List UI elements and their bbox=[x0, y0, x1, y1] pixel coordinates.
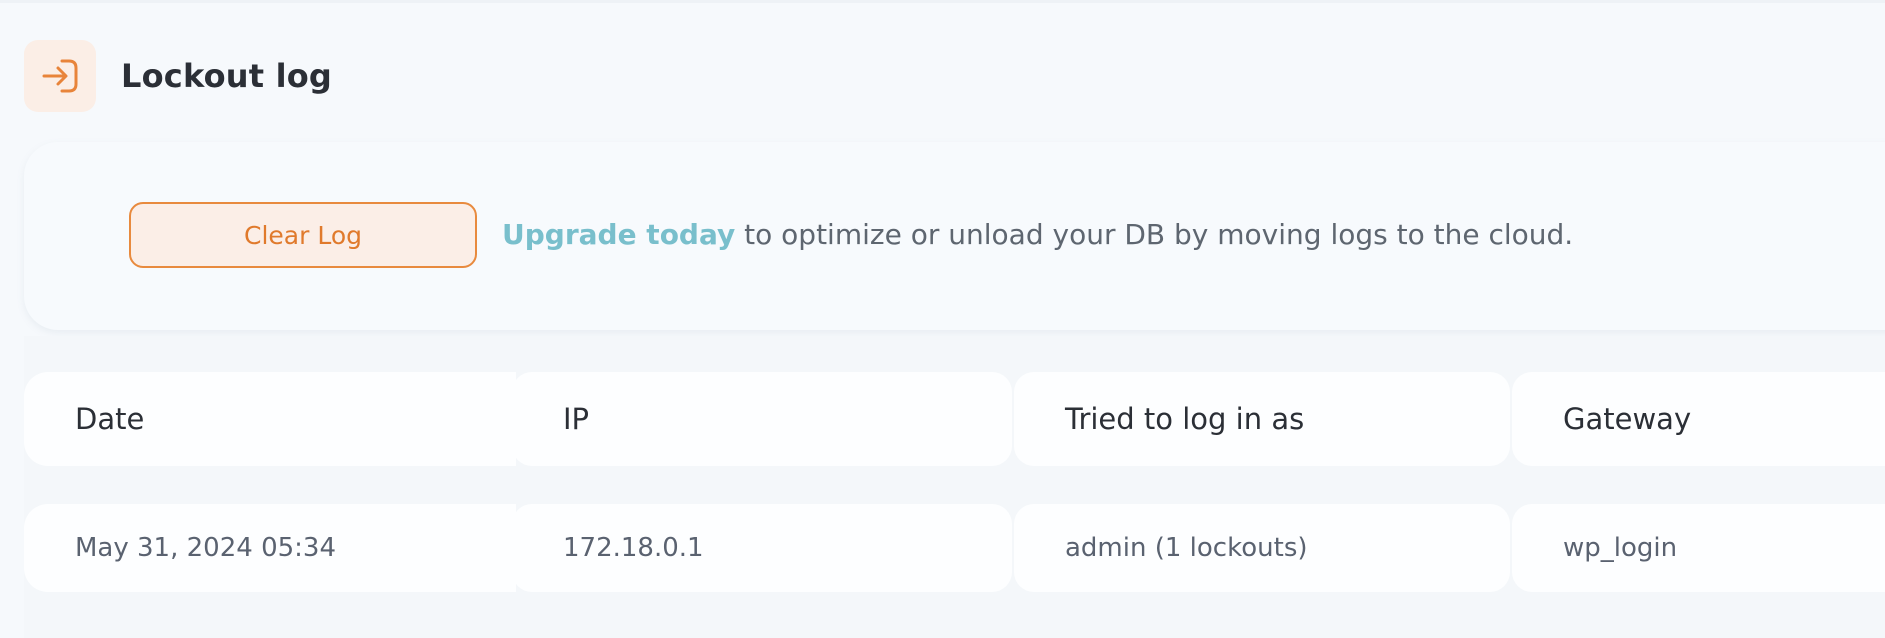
column-header-username[interactable]: Tried to log in as bbox=[1014, 372, 1510, 466]
table-header-row: Date IP Tried to log in as Gateway bbox=[24, 372, 1885, 466]
clear-log-button[interactable]: Clear Log bbox=[129, 202, 477, 268]
cell-username: admin (1 lockouts) bbox=[1014, 504, 1510, 592]
lockout-log-table: Date IP Tried to log in as Gateway May 3… bbox=[24, 336, 1885, 638]
log-actions-card: Clear Log Upgrade today to optimize or u… bbox=[24, 142, 1885, 330]
cell-date: May 31, 2024 05:34 bbox=[24, 504, 516, 592]
page-title: Lockout log bbox=[121, 57, 333, 95]
cell-ip: 172.18.0.1 bbox=[512, 504, 1012, 592]
column-header-date[interactable]: Date bbox=[24, 372, 516, 466]
table-row: May 31, 2024 05:34 172.18.0.1 admin (1 l… bbox=[24, 504, 1885, 592]
column-header-gateway[interactable]: Gateway bbox=[1512, 372, 1885, 466]
upgrade-today-link[interactable]: Upgrade today bbox=[502, 218, 735, 251]
top-border bbox=[0, 0, 1885, 3]
upgrade-notice: Upgrade today to optimize or unload your… bbox=[502, 218, 1573, 251]
cell-gateway: wp_login bbox=[1512, 504, 1885, 592]
column-header-ip[interactable]: IP bbox=[512, 372, 1012, 466]
upgrade-message: to optimize or unload your DB by moving … bbox=[735, 218, 1574, 251]
section-header: Lockout log bbox=[24, 40, 332, 112]
login-arrow-icon bbox=[24, 40, 96, 112]
